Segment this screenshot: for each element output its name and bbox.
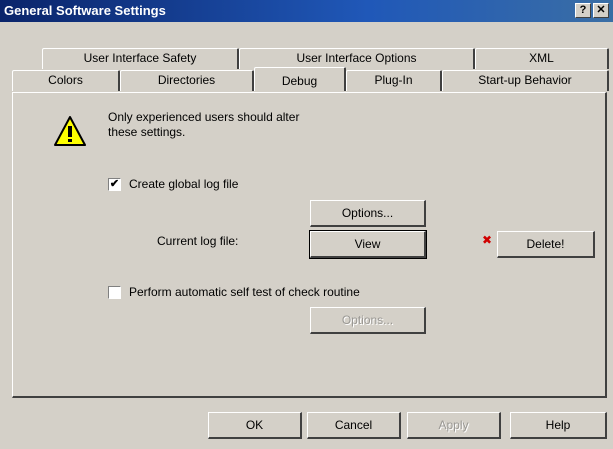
- title-bar[interactable]: General Software Settings ? ✕: [0, 0, 613, 22]
- tab-label: Plug-In: [374, 73, 413, 87]
- create-global-log-label: Create global log file: [129, 177, 239, 191]
- tab-user-interface-options[interactable]: User Interface Options: [239, 48, 475, 69]
- tab-debug[interactable]: Debug: [254, 67, 346, 91]
- help-button[interactable]: ?: [575, 3, 591, 18]
- window-title: General Software Settings: [4, 3, 166, 18]
- current-log-file-label: Current log file:: [157, 234, 239, 248]
- warning-text-line1: Only experienced users should alter: [108, 110, 300, 124]
- close-button[interactable]: ✕: [593, 3, 609, 18]
- tab-label: XML: [529, 51, 554, 65]
- warning-icon: [54, 116, 86, 146]
- tab-user-interface-safety[interactable]: User Interface Safety: [42, 48, 239, 69]
- tab-label: Directories: [157, 73, 216, 87]
- log-options-button[interactable]: Options...: [310, 200, 426, 227]
- tab-plug-in[interactable]: Plug-In: [346, 70, 442, 91]
- tab-directories[interactable]: Directories: [120, 70, 254, 91]
- help-footer-button[interactable]: Help: [510, 412, 607, 439]
- apply-button[interactable]: Apply: [407, 412, 501, 439]
- ok-button[interactable]: OK: [208, 412, 302, 439]
- delete-x-icon: ✖: [482, 233, 493, 247]
- self-test-label: Perform automatic self test of check rou…: [129, 285, 360, 299]
- cancel-button[interactable]: Cancel: [307, 412, 401, 439]
- tab-label: Start-up Behavior: [478, 73, 572, 87]
- tab-label: User Interface Options: [296, 51, 417, 65]
- view-log-button[interactable]: View: [309, 230, 427, 259]
- debug-tab-panel: Only experienced users should alter thes…: [12, 92, 607, 398]
- create-global-log-checkbox[interactable]: ✔: [108, 178, 121, 191]
- tab-label: User Interface Safety: [83, 51, 197, 65]
- tab-label: Debug: [281, 74, 318, 88]
- self-test-checkbox[interactable]: [108, 286, 121, 299]
- self-test-options-button[interactable]: Options...: [310, 307, 426, 334]
- tab-start-up-behavior[interactable]: Start-up Behavior: [442, 70, 609, 91]
- tab-label: Colors: [48, 73, 83, 87]
- tab-xml[interactable]: XML: [475, 48, 609, 69]
- warning-text-line2: these settings.: [108, 125, 186, 139]
- delete-log-button[interactable]: Delete!: [497, 231, 595, 258]
- tab-colors[interactable]: Colors: [12, 70, 120, 91]
